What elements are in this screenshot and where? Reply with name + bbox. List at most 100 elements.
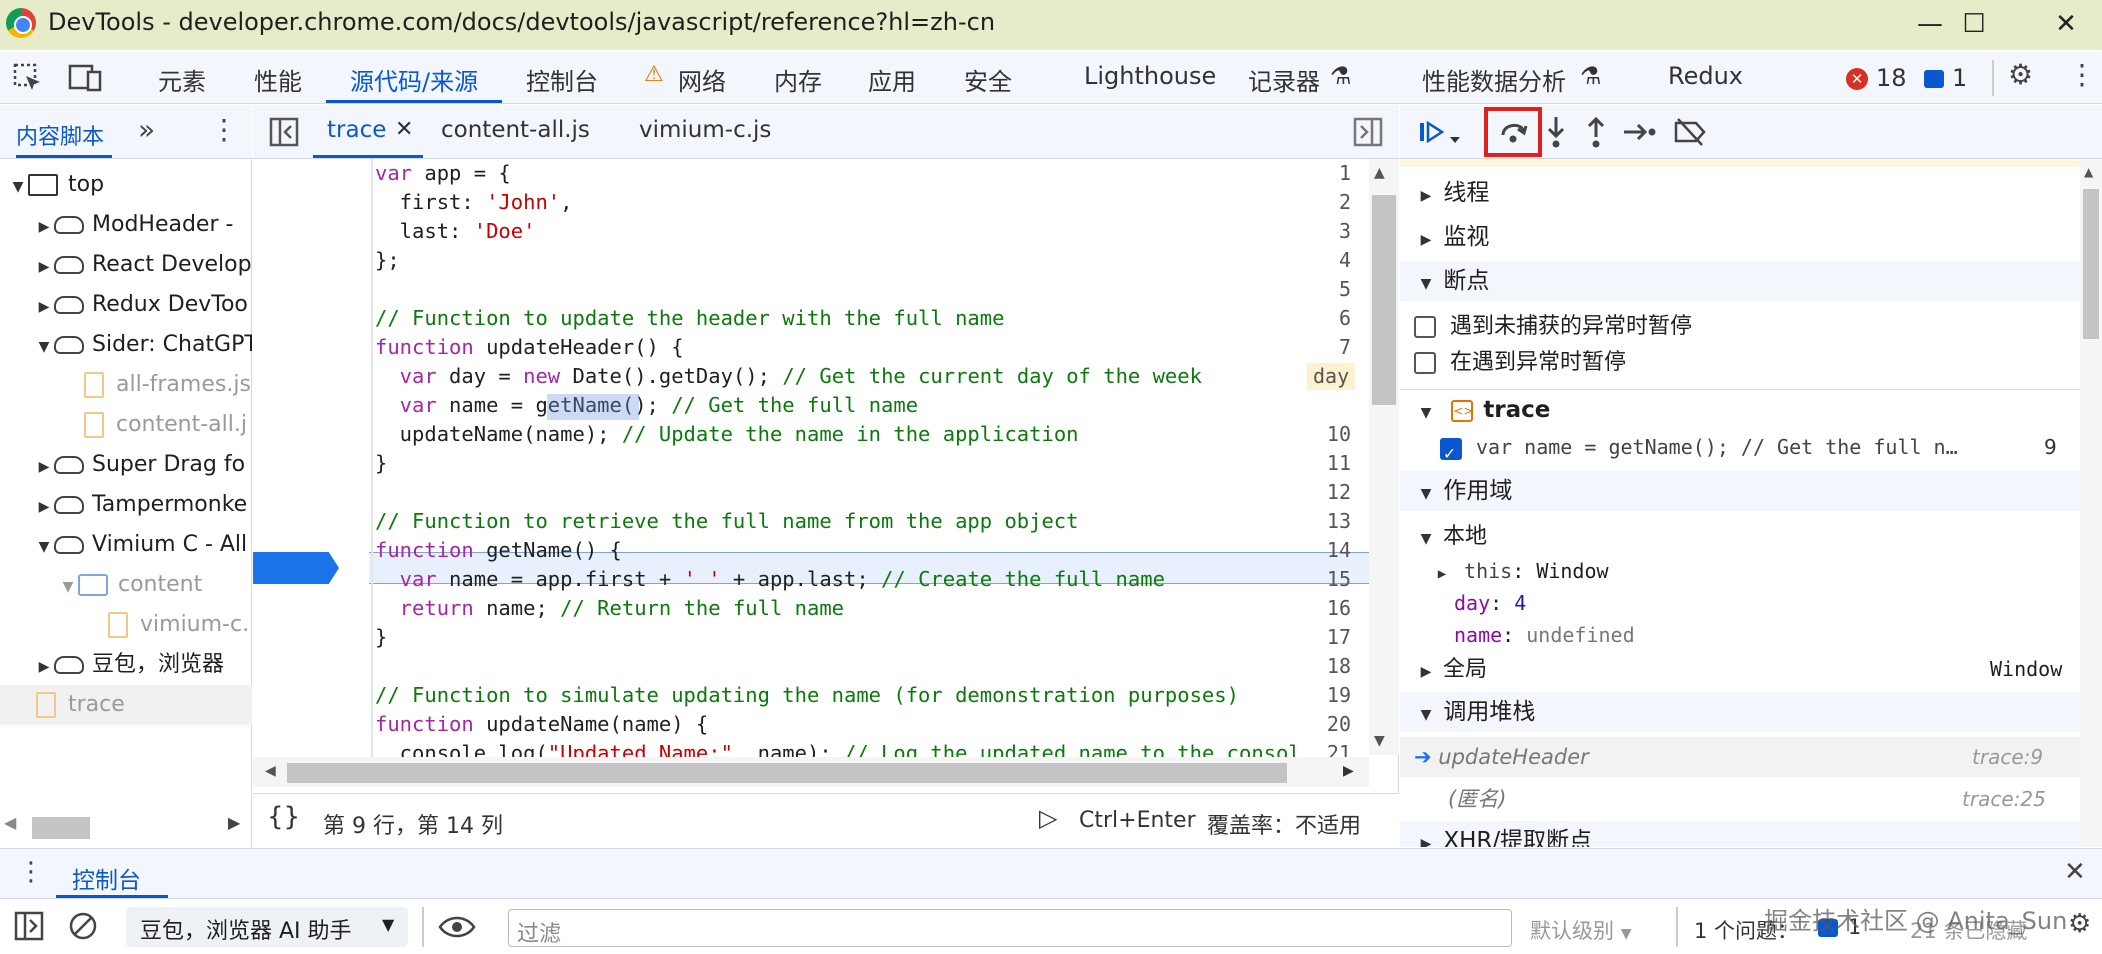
horizontal-scrollbar-thumb[interactable]: [32, 817, 90, 839]
section-xhr-breakpoints[interactable]: ▶ XHR/提取断点: [1400, 821, 2080, 847]
step-over-icon[interactable]: [1498, 117, 1528, 147]
horizontal-scrollbar[interactable]: ◀ ▶: [253, 757, 1369, 787]
scroll-up-icon[interactable]: ▲: [1374, 165, 1385, 181]
device-toolbar-icon[interactable]: [68, 62, 104, 94]
close-drawer-icon[interactable]: ✕: [2064, 857, 2086, 887]
vertical-scrollbar-thumb[interactable]: [1372, 195, 1396, 405]
scope-global[interactable]: ▶ 全局: [1400, 650, 2080, 690]
tab-sources[interactable]: 源代码/来源: [350, 62, 478, 97]
filter-input[interactable]: 过滤: [508, 909, 1512, 947]
editor-tab-trace[interactable]: trace: [327, 117, 386, 143]
tree-item-extension[interactable]: ▶ Super Drag fo: [0, 445, 252, 485]
step-into-icon[interactable]: [1544, 115, 1568, 149]
deactivate-breakpoints-icon[interactable]: [1672, 117, 1708, 147]
context-selector[interactable]: 豆包，浏览器 AI 助手 ▼: [126, 907, 408, 947]
show-sidebar-icon[interactable]: [14, 911, 44, 941]
section-threads[interactable]: ▶ 线程: [1400, 173, 2080, 213]
tab-elements[interactable]: 元素: [158, 62, 206, 97]
scroll-left-icon[interactable]: ◀: [265, 763, 276, 779]
resume-icon[interactable]: [1416, 117, 1446, 147]
tab-performance-insights[interactable]: 性能数据分析: [1422, 62, 1566, 97]
line-number[interactable]: 10: [1285, 420, 1373, 449]
vertical-scrollbar-thumb[interactable]: [2083, 189, 2099, 339]
section-call-stack[interactable]: ▼ 调用堆栈: [1400, 692, 2080, 732]
tab-redux[interactable]: Redux: [1668, 62, 1743, 90]
pause-caught-option[interactable]: 在遇到异常时暂停: [1400, 343, 2080, 383]
tab-performance[interactable]: 性能: [254, 62, 302, 97]
line-number[interactable]: 20: [1285, 710, 1373, 739]
tree-item-top[interactable]: ▼ top: [0, 165, 252, 205]
tree-item-extension[interactable]: ▶ React Develop: [0, 245, 252, 285]
checkbox-checked[interactable]: [1440, 434, 1462, 474]
close-window-button[interactable]: ✕: [2036, 4, 2096, 44]
line-number[interactable]: 2: [1285, 188, 1373, 217]
line-number[interactable]: 11: [1285, 449, 1373, 478]
tab-memory[interactable]: 内存: [774, 62, 822, 97]
breakpoint-entry[interactable]: var name = getName(); // Get the full n…: [1400, 427, 2080, 474]
maximize-button[interactable]: ☐: [1944, 4, 2004, 44]
tree-item-file[interactable]: content-all.j: [0, 405, 252, 445]
drawer-tab-console[interactable]: 控制台: [72, 861, 141, 895]
step-icon[interactable]: [1622, 117, 1658, 147]
tree-item-extension[interactable]: ▶ ModHeader -: [0, 205, 252, 245]
navigator-menu-icon[interactable]: ⋮: [210, 113, 238, 146]
scroll-right-icon[interactable]: ▶: [1343, 763, 1354, 779]
section-breakpoints[interactable]: ▼ 断点: [1400, 261, 2080, 301]
tab-network[interactable]: 网络: [678, 62, 726, 97]
toggle-navigator-icon[interactable]: [269, 117, 299, 147]
inspect-element-icon[interactable]: [12, 62, 44, 94]
line-number[interactable]: 1: [1285, 159, 1373, 188]
line-number[interactable]: 3: [1285, 217, 1373, 246]
error-count[interactable]: 18: [1876, 64, 1907, 92]
line-number[interactable]: 6: [1285, 304, 1373, 333]
line-number[interactable]: 15: [1285, 565, 1373, 594]
clear-console-icon[interactable]: [68, 911, 98, 941]
log-level-selector[interactable]: 默认级别 ▼: [1530, 915, 1631, 945]
more-options-icon[interactable]: ⋮: [2068, 58, 2096, 91]
resume-dropdown-icon[interactable]: [1450, 137, 1460, 143]
drawer-menu-icon[interactable]: ⋮: [18, 857, 44, 887]
tree-item-folder[interactable]: ▼ content: [0, 565, 252, 605]
call-frame-location[interactable]: trace:9: [1972, 745, 2043, 769]
scroll-down-icon[interactable]: ▼: [1374, 733, 1385, 749]
breakpoint-file-group[interactable]: ▼ <> trace: [1400, 389, 2080, 429]
tree-item-extension[interactable]: ▶ Redux DevToo: [0, 285, 252, 325]
line-number[interactable]: 16: [1285, 594, 1373, 623]
message-count[interactable]: 1: [1952, 64, 1967, 92]
line-number[interactable]: 5: [1285, 275, 1373, 304]
line-number[interactable]: 4: [1285, 246, 1373, 275]
settings-gear-icon[interactable]: ⚙: [2008, 58, 2033, 91]
line-number[interactable]: 17: [1285, 623, 1373, 652]
tab-content-scripts[interactable]: 内容脚本: [16, 119, 104, 151]
tree-item-extension[interactable]: ▼ Vimium C - All: [0, 525, 252, 565]
tab-lighthouse[interactable]: Lighthouse: [1084, 62, 1216, 90]
line-number[interactable]: 13: [1285, 507, 1373, 536]
vertical-scrollbar[interactable]: ▲ ▼: [1369, 159, 1399, 755]
run-snippet-icon[interactable]: ▷: [1039, 804, 1057, 832]
scroll-left-icon[interactable]: ◀: [4, 813, 16, 832]
scroll-right-icon[interactable]: ▶: [228, 813, 240, 832]
tree-item-file[interactable]: vimium-c.: [0, 605, 252, 645]
editor-tab-content-all[interactable]: content-all.js: [441, 117, 590, 143]
pretty-print-icon[interactable]: {}: [267, 802, 300, 832]
line-number[interactable]: 7: [1285, 333, 1373, 362]
horizontal-scrollbar-thumb[interactable]: [287, 763, 1287, 783]
breakpoint-marker[interactable]: [253, 552, 339, 584]
scroll-up-icon[interactable]: ▲: [2084, 165, 2093, 179]
code-area[interactable]: 1 2 3 4 5 6 7 8 9 10 11 12 13 14 15 16 1…: [253, 159, 1373, 759]
tab-recorder[interactable]: 记录器: [1248, 62, 1320, 97]
tab-security[interactable]: 安全: [964, 62, 1012, 97]
close-tab-icon[interactable]: ✕: [395, 117, 413, 142]
step-out-icon[interactable]: [1584, 115, 1608, 149]
checkbox[interactable]: [1414, 352, 1436, 374]
tree-item-file[interactable]: trace: [0, 685, 252, 725]
console-settings-gear-icon[interactable]: ⚙: [2068, 909, 2091, 939]
tab-application[interactable]: 应用: [868, 62, 916, 97]
tree-item-file[interactable]: all-frames.js: [0, 365, 252, 405]
tree-item-extension[interactable]: ▶ 豆包，浏览器: [0, 645, 252, 685]
section-watch[interactable]: ▶ 监视: [1400, 217, 2080, 257]
pause-uncaught-option[interactable]: 遇到未捕获的异常时暂停: [1400, 307, 2080, 347]
line-number[interactable]: 18: [1285, 652, 1373, 681]
editor-tab-vimium[interactable]: vimium-c.js: [639, 117, 771, 143]
more-tabs-chevron-icon[interactable]: »: [138, 113, 155, 146]
